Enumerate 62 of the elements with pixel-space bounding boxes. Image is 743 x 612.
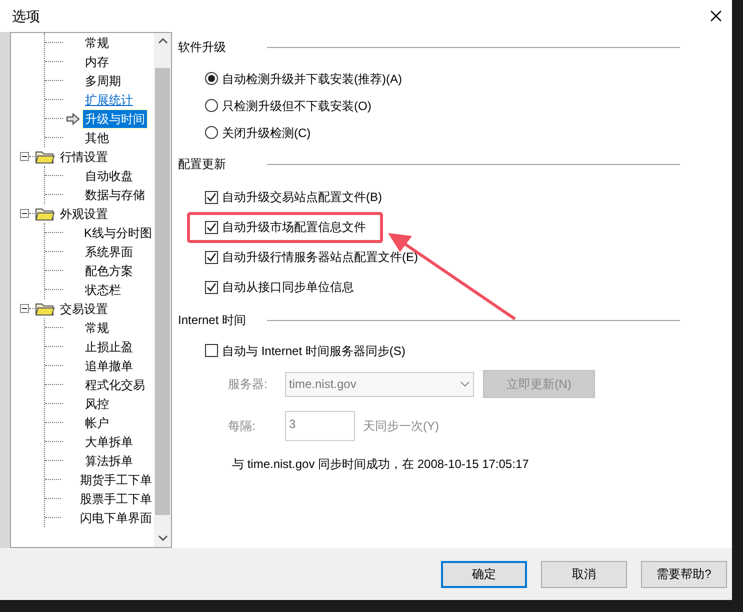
option-label: 关闭升级检测(C) bbox=[222, 124, 311, 142]
interval-label: 每隔: bbox=[228, 418, 256, 435]
tree-item[interactable]: 数据与存储 bbox=[83, 186, 147, 204]
option-label: 自动升级交易站点配置文件(B) bbox=[222, 189, 382, 206]
tree-item[interactable]: 风控 bbox=[83, 394, 111, 412]
folder-icon bbox=[35, 302, 55, 316]
collapse-toggle[interactable] bbox=[20, 209, 29, 218]
tree-item[interactable]: 帐户 bbox=[83, 414, 111, 432]
tree-item[interactable]: 内存 bbox=[83, 52, 111, 70]
tree-item[interactable]: 多周期 bbox=[83, 72, 123, 90]
radio-button[interactable] bbox=[205, 126, 218, 139]
tree-item[interactable]: 追单撤单 bbox=[83, 356, 135, 374]
dialog-button[interactable]: 取消 bbox=[541, 560, 627, 588]
window-title: 选项 bbox=[12, 6, 40, 26]
tree-item[interactable]: 配色方案 bbox=[83, 262, 135, 280]
tree-item[interactable]: 止损止盈 bbox=[83, 338, 135, 356]
tree-item[interactable]: 升级与时间 bbox=[83, 110, 147, 128]
option-label: 自动与 Internet 时间服务器同步(S) bbox=[222, 342, 406, 360]
collapse-toggle[interactable] bbox=[20, 152, 29, 161]
tree-item[interactable]: 程式化交易 bbox=[83, 376, 147, 394]
checkbox[interactable] bbox=[205, 280, 218, 294]
tree-item[interactable]: 状态栏 bbox=[83, 280, 123, 298]
tree-item[interactable]: 系统界面 bbox=[83, 242, 135, 260]
checkbox[interactable] bbox=[205, 250, 218, 264]
tree-item[interactable]: 常规 bbox=[83, 318, 111, 336]
tree-item[interactable]: 常规 bbox=[83, 34, 111, 52]
pointer-arrow-icon bbox=[66, 112, 80, 124]
tree-group[interactable]: 行情设置 bbox=[60, 148, 108, 166]
chevron-down-icon bbox=[460, 381, 470, 387]
checkbox[interactable] bbox=[205, 190, 218, 204]
scrollbar[interactable] bbox=[154, 33, 171, 547]
tree-item[interactable]: 闪电下单界面 bbox=[78, 508, 154, 526]
sync-status-text: 与 time.nist.gov 同步时间成功，在 2008-10-15 17:05:17 bbox=[232, 457, 529, 471]
option-label: 自动从接口同步单位信息 bbox=[222, 279, 354, 296]
option-label: 自动升级市场配置信息文件 bbox=[222, 219, 366, 236]
option-label: 自动升级行情服务器站点配置文件(E) bbox=[222, 249, 418, 266]
section-title: Internet 时间 bbox=[178, 312, 248, 329]
tree-item[interactable]: 扩展统计 bbox=[83, 90, 135, 108]
dialog-button[interactable]: 确定 bbox=[441, 560, 527, 588]
option-label: 只检测升级但不下载安装(O) bbox=[222, 98, 372, 114]
tree-group[interactable]: 交易设置 bbox=[60, 300, 108, 318]
tree-item[interactable]: 大单拆单 bbox=[83, 432, 135, 450]
server-label: 服务器: bbox=[228, 376, 268, 393]
tree-item[interactable]: 期货手工下单 bbox=[78, 470, 154, 488]
option-label: 自动检测升级并下载安装(推荐)(A) bbox=[222, 70, 402, 88]
tree-group[interactable]: 外观设置 bbox=[60, 204, 108, 222]
radio-button[interactable] bbox=[205, 72, 218, 85]
collapse-toggle[interactable] bbox=[20, 304, 29, 313]
folder-icon bbox=[35, 150, 55, 164]
section-title: 软件升级 bbox=[178, 39, 227, 56]
close-icon[interactable] bbox=[710, 10, 722, 22]
tree-item[interactable]: 自动收盘 bbox=[83, 166, 135, 184]
dialog-button[interactable]: 需要帮助? bbox=[641, 560, 727, 588]
tree-item[interactable]: K线与分时图 bbox=[82, 224, 154, 242]
section-title: 配置更新 bbox=[178, 156, 227, 173]
radio-button[interactable] bbox=[205, 99, 218, 112]
folder-icon bbox=[35, 206, 55, 220]
tree-item[interactable]: 算法拆单 bbox=[83, 452, 135, 470]
checkbox[interactable] bbox=[205, 220, 218, 234]
interval-unit: 天同步一次(Y) bbox=[363, 418, 439, 435]
tree-item[interactable]: 其他 bbox=[83, 128, 111, 146]
tree-item[interactable]: 股票手工下单 bbox=[78, 490, 154, 508]
